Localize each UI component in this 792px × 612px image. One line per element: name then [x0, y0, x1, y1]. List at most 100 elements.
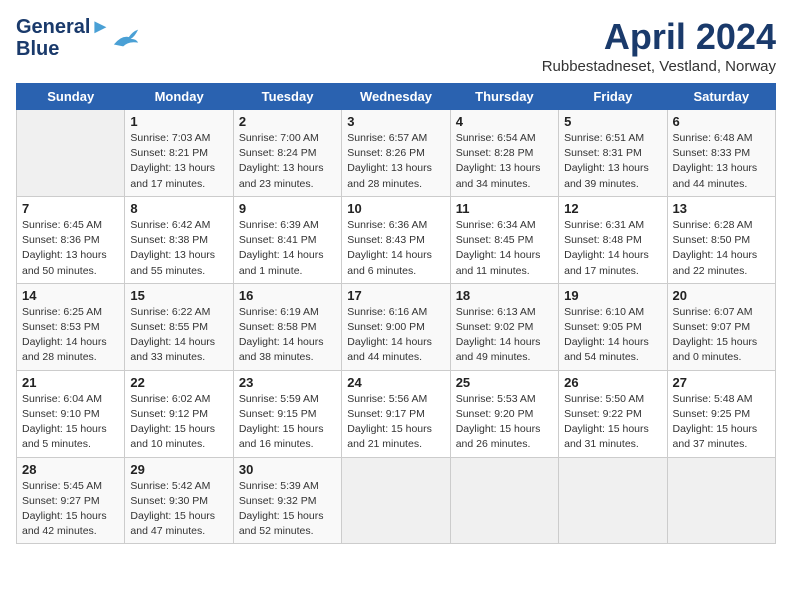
- day-cell: 17 Sunrise: 6:16 AMSunset: 9:00 PMDayligh…: [342, 283, 450, 370]
- day-cell: [342, 457, 450, 544]
- day-cell: 3 Sunrise: 6:57 AMSunset: 8:26 PMDaylight…: [342, 110, 450, 197]
- day-info: Sunrise: 6:22 AMSunset: 8:55 PMDaylight:…: [130, 305, 227, 366]
- header-day-monday: Monday: [125, 84, 233, 110]
- day-cell: 21 Sunrise: 6:04 AMSunset: 9:10 PMDayligh…: [17, 370, 125, 457]
- day-info: Sunrise: 5:50 AMSunset: 9:22 PMDaylight:…: [564, 392, 661, 453]
- day-number: 29: [130, 462, 227, 477]
- day-number: 28: [22, 462, 119, 477]
- calendar-header: SundayMondayTuesdayWednesdayThursdayFrid…: [17, 84, 776, 110]
- day-info: Sunrise: 6:04 AMSunset: 9:10 PMDaylight:…: [22, 392, 119, 453]
- day-cell: 22Sunrise: 6:02 AMSunset: 9:12 PMDayligh…: [125, 370, 233, 457]
- day-cell: 30Sunrise: 5:39 AMSunset: 9:32 PMDayligh…: [233, 457, 341, 544]
- day-cell: 6 Sunrise: 6:48 AMSunset: 8:33 PMDaylight…: [667, 110, 775, 197]
- day-cell: 26 Sunrise: 5:50 AMSunset: 9:22 PMDayligh…: [559, 370, 667, 457]
- day-number: 19: [564, 288, 661, 303]
- week-row-1: 7 Sunrise: 6:45 AMSunset: 8:36 PMDaylight…: [17, 196, 776, 283]
- day-number: 18: [456, 288, 553, 303]
- day-number: 24: [347, 375, 444, 390]
- day-number: 6: [673, 114, 770, 129]
- day-number: 26: [564, 375, 661, 390]
- header-day-wednesday: Wednesday: [342, 84, 450, 110]
- page-header: General►Blue April 2024 Rubbestadneset, …: [16, 16, 776, 75]
- day-number: 1: [130, 114, 227, 129]
- day-info: Sunrise: 6:31 AMSunset: 8:48 PMDaylight:…: [564, 218, 661, 279]
- day-number: 10: [347, 201, 444, 216]
- day-info: Sunrise: 6:54 AMSunset: 8:28 PMDaylight:…: [456, 131, 553, 192]
- day-number: 27: [673, 375, 770, 390]
- day-cell: 10 Sunrise: 6:36 AMSunset: 8:43 PMDayligh…: [342, 196, 450, 283]
- day-number: 7: [22, 201, 119, 216]
- day-cell: 18Sunrise: 6:13 AMSunset: 9:02 PMDayligh…: [450, 283, 558, 370]
- day-number: 13: [673, 201, 770, 216]
- header-day-saturday: Saturday: [667, 84, 775, 110]
- header-day-tuesday: Tuesday: [233, 84, 341, 110]
- day-info: Sunrise: 6:19 AMSunset: 8:58 PMDaylight:…: [239, 305, 336, 366]
- day-info: Sunrise: 6:51 AMSunset: 8:31 PMDaylight:…: [564, 131, 661, 192]
- day-cell: 13 Sunrise: 6:28 AMSunset: 8:50 PMDayligh…: [667, 196, 775, 283]
- day-cell: [450, 457, 558, 544]
- day-cell: 24 Sunrise: 5:56 AMSunset: 9:17 PMDayligh…: [342, 370, 450, 457]
- day-number: 15: [130, 288, 227, 303]
- week-row-0: 1 Sunrise: 7:03 AMSunset: 8:21 PMDaylight…: [17, 110, 776, 197]
- day-number: 9: [239, 201, 336, 216]
- header-day-thursday: Thursday: [450, 84, 558, 110]
- day-cell: 12 Sunrise: 6:31 AMSunset: 8:48 PMDayligh…: [559, 196, 667, 283]
- day-cell: 16 Sunrise: 6:19 AMSunset: 8:58 PMDayligh…: [233, 283, 341, 370]
- day-number: 20: [673, 288, 770, 303]
- day-info: Sunrise: 5:45 AMSunset: 9:27 PMDaylight:…: [22, 479, 119, 540]
- day-info: Sunrise: 6:48 AMSunset: 8:33 PMDaylight:…: [673, 131, 770, 192]
- day-cell: 29 Sunrise: 5:42 AMSunset: 9:30 PMDayligh…: [125, 457, 233, 544]
- day-info: Sunrise: 6:36 AMSunset: 8:43 PMDaylight:…: [347, 218, 444, 279]
- day-info: Sunrise: 5:39 AMSunset: 9:32 PMDaylight:…: [239, 479, 336, 540]
- day-cell: 15 Sunrise: 6:22 AMSunset: 8:55 PMDayligh…: [125, 283, 233, 370]
- day-info: Sunrise: 6:42 AMSunset: 8:38 PMDaylight:…: [130, 218, 227, 279]
- day-cell: 8 Sunrise: 6:42 AMSunset: 8:38 PMDaylight…: [125, 196, 233, 283]
- day-info: Sunrise: 6:39 AMSunset: 8:41 PMDaylight:…: [239, 218, 336, 279]
- logo-text: General►Blue: [16, 16, 110, 60]
- day-number: 16: [239, 288, 336, 303]
- day-info: Sunrise: 6:07 AMSunset: 9:07 PMDaylight:…: [673, 305, 770, 366]
- day-info: Sunrise: 6:02 AMSunset: 9:12 PMDaylight:…: [130, 392, 227, 453]
- day-info: Sunrise: 6:28 AMSunset: 8:50 PMDaylight:…: [673, 218, 770, 279]
- day-cell: 1 Sunrise: 7:03 AMSunset: 8:21 PMDaylight…: [125, 110, 233, 197]
- day-cell: 4 Sunrise: 6:54 AMSunset: 8:28 PMDaylight…: [450, 110, 558, 197]
- day-info: Sunrise: 6:25 AMSunset: 8:53 PMDaylight:…: [22, 305, 119, 366]
- day-cell: 9 Sunrise: 6:39 AMSunset: 8:41 PMDaylight…: [233, 196, 341, 283]
- calendar-body: 1 Sunrise: 7:03 AMSunset: 8:21 PMDaylight…: [17, 110, 776, 544]
- day-cell: 11Sunrise: 6:34 AMSunset: 8:45 PMDayligh…: [450, 196, 558, 283]
- day-cell: 28 Sunrise: 5:45 AMSunset: 9:27 PMDayligh…: [17, 457, 125, 544]
- day-cell: [667, 457, 775, 544]
- day-cell: 7 Sunrise: 6:45 AMSunset: 8:36 PMDaylight…: [17, 196, 125, 283]
- day-cell: 14 Sunrise: 6:25 AMSunset: 8:53 PMDayligh…: [17, 283, 125, 370]
- day-cell: 19 Sunrise: 6:10 AMSunset: 9:05 PMDayligh…: [559, 283, 667, 370]
- day-info: Sunrise: 6:34 AMSunset: 8:45 PMDaylight:…: [456, 218, 553, 279]
- day-info: Sunrise: 6:10 AMSunset: 9:05 PMDaylight:…: [564, 305, 661, 366]
- day-info: Sunrise: 5:56 AMSunset: 9:17 PMDaylight:…: [347, 392, 444, 453]
- day-info: Sunrise: 7:03 AMSunset: 8:21 PMDaylight:…: [130, 131, 227, 192]
- day-cell: 27Sunrise: 5:48 AMSunset: 9:25 PMDayligh…: [667, 370, 775, 457]
- day-number: 14: [22, 288, 119, 303]
- day-number: 3: [347, 114, 444, 129]
- day-info: Sunrise: 7:00 AMSunset: 8:24 PMDaylight:…: [239, 131, 336, 192]
- day-info: Sunrise: 6:57 AMSunset: 8:26 PMDaylight:…: [347, 131, 444, 192]
- header-day-friday: Friday: [559, 84, 667, 110]
- month-title: April 2024: [542, 16, 776, 58]
- day-info: Sunrise: 5:59 AMSunset: 9:15 PMDaylight:…: [239, 392, 336, 453]
- logo: General►Blue: [16, 16, 140, 60]
- day-cell: 5 Sunrise: 6:51 AMSunset: 8:31 PMDaylight…: [559, 110, 667, 197]
- day-number: 8: [130, 201, 227, 216]
- week-row-3: 21 Sunrise: 6:04 AMSunset: 9:10 PMDayligh…: [17, 370, 776, 457]
- day-number: 21: [22, 375, 119, 390]
- day-number: 4: [456, 114, 553, 129]
- calendar-table: SundayMondayTuesdayWednesdayThursdayFrid…: [16, 83, 776, 544]
- day-number: 2: [239, 114, 336, 129]
- day-number: 12: [564, 201, 661, 216]
- day-number: 5: [564, 114, 661, 129]
- logo-bird-icon: [112, 27, 140, 49]
- day-number: 17: [347, 288, 444, 303]
- day-info: Sunrise: 6:16 AMSunset: 9:00 PMDaylight:…: [347, 305, 444, 366]
- day-cell: 20 Sunrise: 6:07 AMSunset: 9:07 PMDayligh…: [667, 283, 775, 370]
- day-info: Sunrise: 5:42 AMSunset: 9:30 PMDaylight:…: [130, 479, 227, 540]
- day-info: Sunrise: 6:45 AMSunset: 8:36 PMDaylight:…: [22, 218, 119, 279]
- day-info: Sunrise: 5:53 AMSunset: 9:20 PMDaylight:…: [456, 392, 553, 453]
